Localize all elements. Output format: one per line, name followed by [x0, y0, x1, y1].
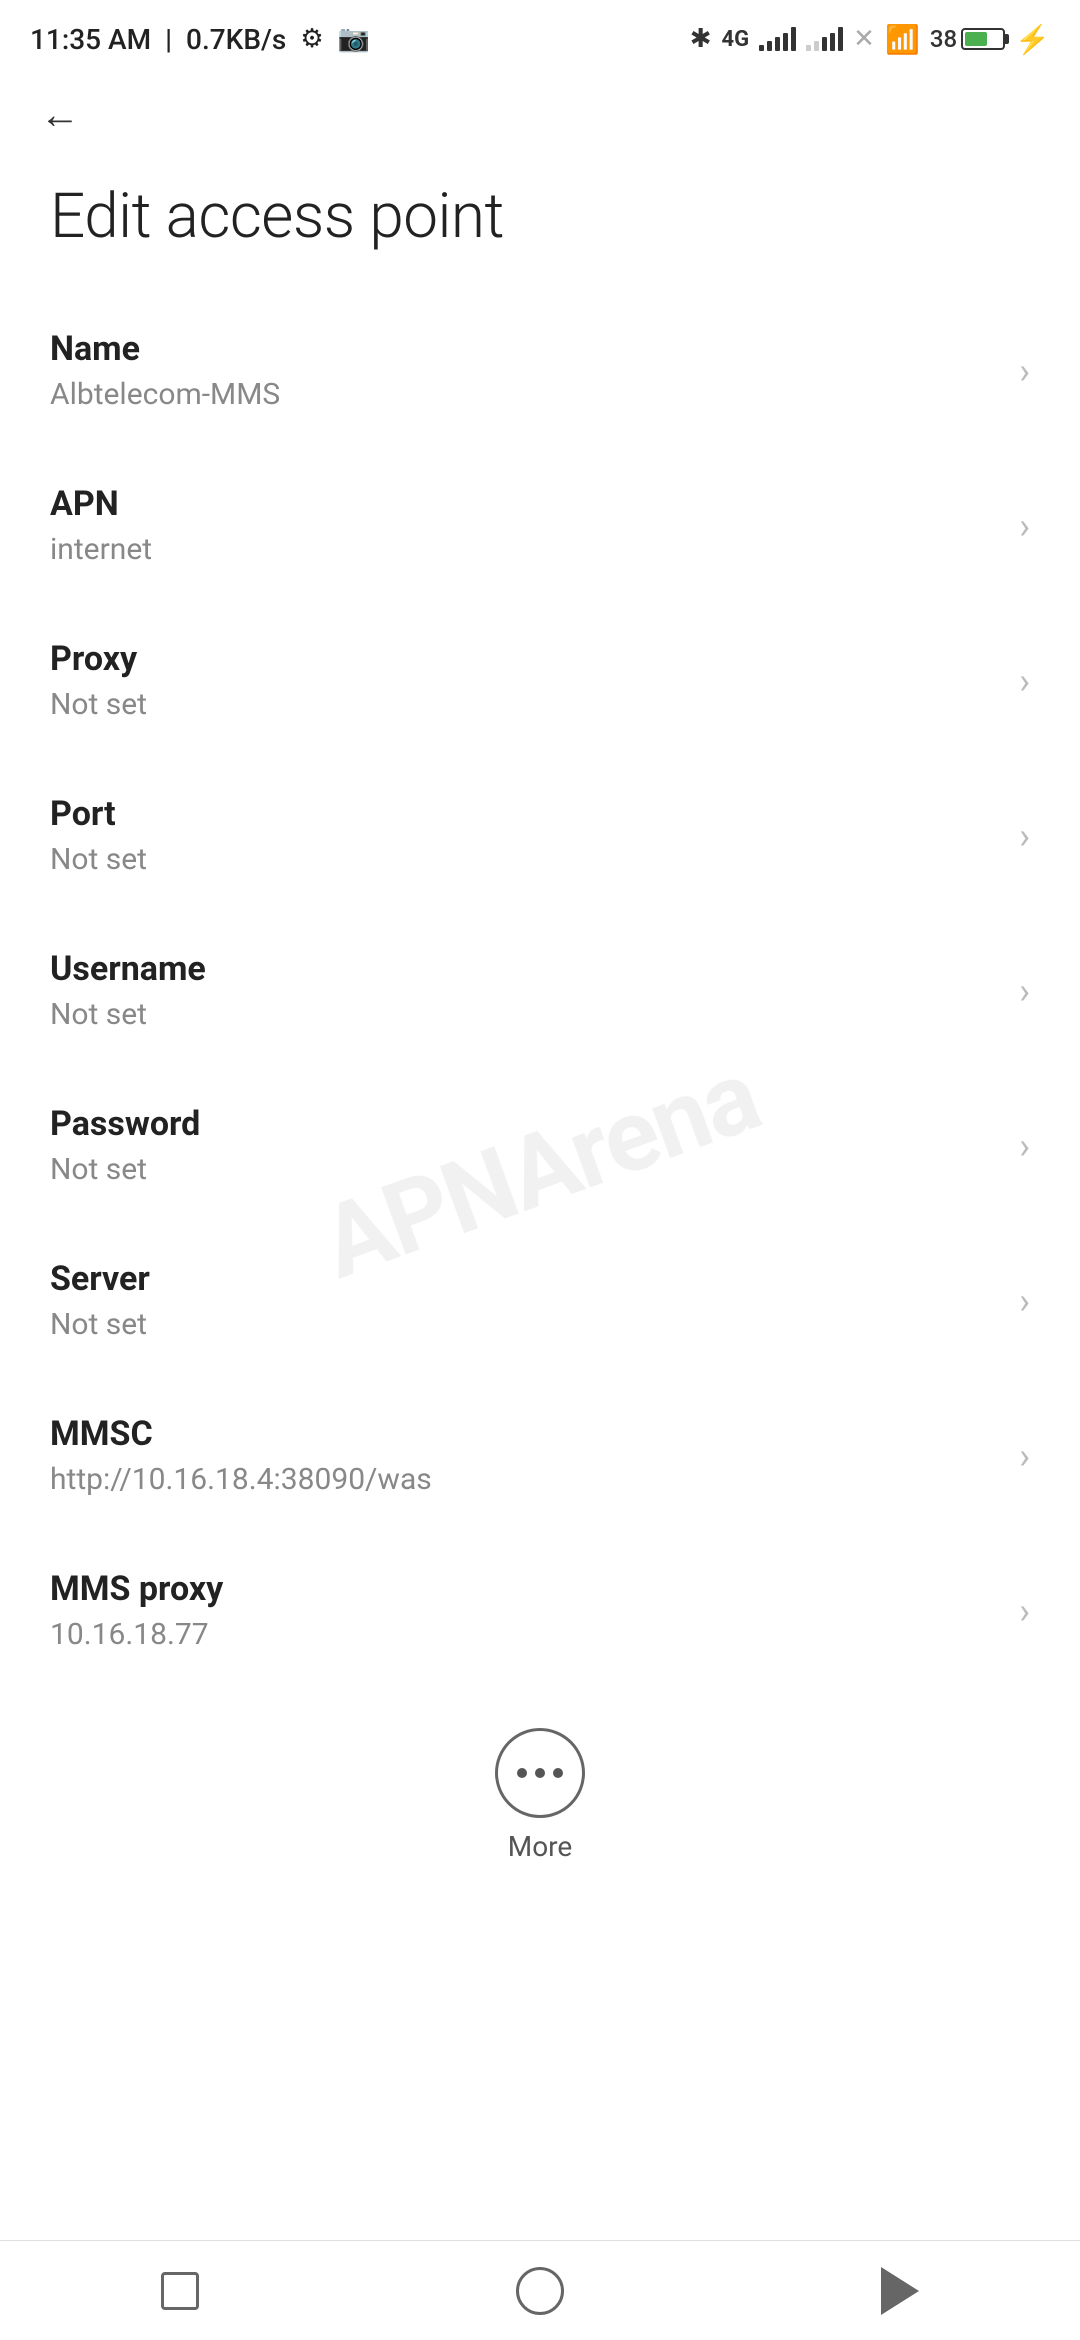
bottom-nav: [0, 2240, 1080, 2340]
time-text: 11:35 AM: [30, 23, 151, 56]
back-nav-icon: [881, 2267, 919, 2315]
settings-item-password[interactable]: Password Not set ›: [0, 1068, 1080, 1223]
wifi-icon: 📶: [885, 23, 920, 56]
chevron-apn: ›: [1019, 505, 1030, 547]
bluetooth-icon: ✱: [690, 24, 712, 54]
settings-item-proxy[interactable]: Proxy Not set ›: [0, 603, 1080, 758]
back-arrow-icon: ←: [40, 95, 80, 135]
settings-item-mms-proxy[interactable]: MMS proxy 10.16.18.77 ›: [0, 1533, 1080, 1688]
settings-value-mms-proxy: 10.16.18.77: [50, 1617, 999, 1652]
settings-item-mmsc[interactable]: MMSC http://10.16.18.4:38090/was ›: [0, 1378, 1080, 1533]
settings-label-proxy: Proxy: [50, 639, 999, 679]
settings-item-username[interactable]: Username Not set ›: [0, 913, 1080, 1068]
settings-label-mmsc: MMSC: [50, 1414, 999, 1454]
back-button[interactable]: ←: [30, 85, 90, 145]
settings-item-port[interactable]: Port Not set ›: [0, 758, 1080, 913]
settings-label-server: Server: [50, 1259, 999, 1299]
home-icon: [516, 2267, 564, 2315]
battery-percent: 38: [930, 25, 957, 53]
settings-list: Name Albtelecom-MMS › APN internet › Pro…: [0, 293, 1080, 1688]
chevron-proxy: ›: [1019, 660, 1030, 702]
page-title: Edit access point: [0, 160, 1080, 293]
settings-item-mmsc-content: MMSC http://10.16.18.4:38090/was: [50, 1414, 999, 1497]
settings-item-name-content: Name Albtelecom-MMS: [50, 329, 999, 412]
more-circle-icon: [495, 1728, 585, 1818]
chevron-port: ›: [1019, 815, 1030, 857]
status-left: 11:35 AM | 0.7KB/s ⚙ 📷: [30, 23, 370, 56]
video-icon: 📷: [338, 24, 370, 54]
settings-label-apn: APN: [50, 484, 999, 524]
settings-value-password: Not set: [50, 1152, 999, 1187]
signal-bars-1: [759, 27, 796, 51]
settings-item-apn[interactable]: APN internet ›: [0, 448, 1080, 603]
settings-label-name: Name: [50, 329, 999, 369]
settings-value-server: Not set: [50, 1307, 999, 1342]
settings-item-proxy-content: Proxy Not set: [50, 639, 999, 722]
chevron-password: ›: [1019, 1125, 1030, 1167]
settings-value-apn: internet: [50, 532, 999, 567]
settings-label-port: Port: [50, 794, 999, 834]
settings-item-apn-content: APN internet: [50, 484, 999, 567]
settings-value-proxy: Not set: [50, 687, 999, 722]
settings-value-name: Albtelecom-MMS: [50, 377, 999, 412]
settings-item-username-content: Username Not set: [50, 949, 999, 1032]
battery-container: 38: [930, 25, 1005, 53]
settings-item-port-content: Port Not set: [50, 794, 999, 877]
settings-label-mms-proxy: MMS proxy: [50, 1569, 999, 1609]
more-button[interactable]: More: [0, 1688, 1080, 1883]
charging-icon: ⚡: [1015, 23, 1050, 56]
battery-icon: [961, 28, 1005, 50]
chevron-mmsc: ›: [1019, 1435, 1030, 1477]
back-nav-button[interactable]: [840, 2251, 960, 2331]
divider: |: [165, 23, 172, 56]
more-dots: [517, 1768, 563, 1778]
settings-value-mmsc: http://10.16.18.4:38090/was: [50, 1462, 999, 1497]
no-signal-icon: ✕: [853, 24, 875, 54]
settings-icon: ⚙: [300, 24, 323, 54]
settings-value-username: Not set: [50, 997, 999, 1032]
chevron-name: ›: [1019, 350, 1030, 392]
chevron-username: ›: [1019, 970, 1030, 1012]
status-right: ✱ 4G ✕ 📶 38 ⚡: [690, 23, 1050, 56]
settings-item-password-content: Password Not set: [50, 1104, 999, 1187]
dot-3: [553, 1768, 563, 1778]
settings-label-username: Username: [50, 949, 999, 989]
settings-value-port: Not set: [50, 842, 999, 877]
chevron-server: ›: [1019, 1280, 1030, 1322]
network-4g: 4G: [722, 27, 750, 52]
signal-bars-2: [806, 27, 843, 51]
status-bar: 11:35 AM | 0.7KB/s ⚙ 📷 ✱ 4G ✕ 📶 38: [0, 0, 1080, 70]
recent-apps-button[interactable]: [120, 2251, 240, 2331]
more-label: More: [508, 1830, 573, 1863]
home-button[interactable]: [480, 2251, 600, 2331]
dot-1: [517, 1768, 527, 1778]
settings-item-name[interactable]: Name Albtelecom-MMS ›: [0, 293, 1080, 448]
settings-item-mms-proxy-content: MMS proxy 10.16.18.77: [50, 1569, 999, 1652]
chevron-mms-proxy: ›: [1019, 1590, 1030, 1632]
dot-2: [535, 1768, 545, 1778]
settings-item-server[interactable]: Server Not set ›: [0, 1223, 1080, 1378]
recent-apps-icon: [161, 2272, 199, 2310]
toolbar: ←: [0, 70, 1080, 160]
settings-item-server-content: Server Not set: [50, 1259, 999, 1342]
settings-label-password: Password: [50, 1104, 999, 1144]
speed-text: 0.7KB/s: [186, 23, 286, 56]
